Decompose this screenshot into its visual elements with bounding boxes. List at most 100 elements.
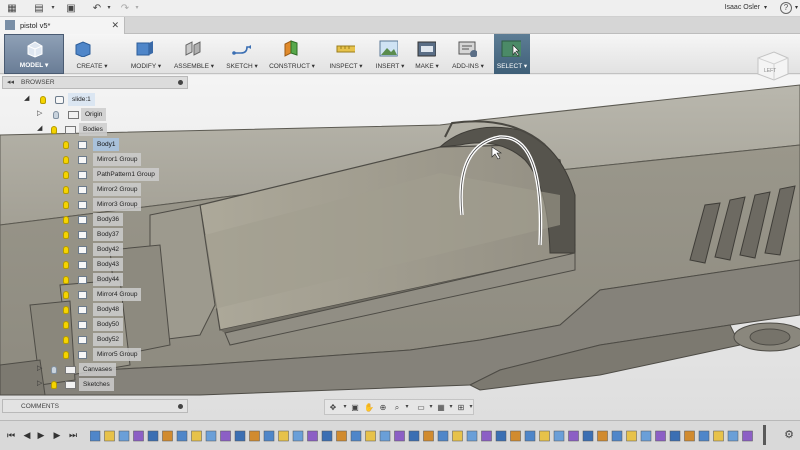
sketch-menu[interactable]: SKETCH ▾	[224, 34, 260, 74]
modify-menu[interactable]: MODIFY ▾	[126, 34, 166, 74]
visibility-bulb-icon[interactable]	[40, 96, 46, 104]
timeline-feature-icon[interactable]	[539, 430, 550, 442]
help-caret-icon[interactable]: ▾	[795, 4, 798, 11]
orbit-icon[interactable]: ✥	[327, 402, 339, 413]
look-at-icon[interactable]: ▣	[349, 402, 361, 413]
timeline-feature-icon[interactable]	[118, 430, 130, 442]
app-grid-icon[interactable]: ▦	[5, 2, 19, 15]
browser-panel-header[interactable]: ◂◂ BROWSER	[2, 76, 188, 89]
timeline-feature-icon[interactable]	[611, 430, 623, 442]
redo-caret-icon[interactable]: ▾	[130, 2, 144, 15]
visibility-bulb-icon[interactable]	[63, 246, 69, 254]
visibility-bulb-icon[interactable]	[63, 306, 69, 314]
timeline-prev-icon[interactable]: ◀	[22, 429, 32, 441]
close-icon[interactable]: ✕	[111, 20, 119, 31]
undo-caret-icon[interactable]: ▾	[102, 2, 116, 15]
timeline-play-icon[interactable]: ▶	[36, 429, 46, 441]
timeline-feature-icon[interactable]	[553, 430, 565, 442]
expand-arrow-icon[interactable]: ◢	[37, 124, 45, 132]
timeline-feature-icon[interactable]	[104, 430, 115, 442]
visibility-bulb-icon[interactable]	[63, 186, 69, 194]
timeline-feature-icon[interactable]	[466, 430, 478, 442]
make-menu[interactable]: MAKE ▾	[412, 34, 442, 74]
timeline-end-icon[interactable]: ⏭	[68, 429, 78, 441]
visibility-bulb-icon[interactable]	[63, 171, 69, 179]
visibility-bulb-icon[interactable]	[63, 276, 69, 284]
timeline-feature-icon[interactable]	[727, 430, 739, 442]
comments-panel[interactable]: COMMENTS	[2, 399, 188, 413]
visibility-bulb-icon[interactable]	[63, 231, 69, 239]
timeline-feature-icon[interactable]	[90, 430, 101, 442]
visibility-bulb-icon[interactable]	[51, 126, 57, 134]
timeline-feature-icon[interactable]	[597, 430, 608, 442]
inspect-menu[interactable]: INSPECT ▾	[324, 34, 368, 74]
select-menu[interactable]: SELECT ▾	[494, 34, 530, 74]
visibility-bulb-icon[interactable]	[63, 216, 69, 224]
timeline-feature-icon[interactable]	[278, 430, 289, 442]
timeline-feature-icon[interactable]	[263, 430, 275, 442]
gear-icon[interactable]: ⚙	[784, 428, 794, 441]
pan-hand-icon[interactable]: ✋	[363, 402, 375, 413]
timeline-feature-icon[interactable]	[582, 430, 594, 442]
visibility-bulb-icon[interactable]	[63, 351, 69, 359]
visibility-bulb-icon[interactable]	[63, 141, 69, 149]
timeline-feature-icon[interactable]	[379, 430, 391, 442]
file-menu-icon[interactable]: ▤	[32, 2, 46, 15]
user-name[interactable]: Isaac Osler	[725, 4, 760, 11]
timeline-feature-icon[interactable]	[524, 430, 536, 442]
help-icon[interactable]: ?	[780, 2, 792, 14]
timeline-feature-icon[interactable]	[437, 430, 449, 442]
timeline-feature-track[interactable]	[90, 428, 770, 444]
zoom-caret-icon[interactable]: ▾	[401, 402, 413, 413]
timeline-feature-icon[interactable]	[713, 430, 724, 442]
timeline-feature-icon[interactable]	[365, 430, 376, 442]
timeline-feature-icon[interactable]	[510, 430, 521, 442]
expand-arrow-icon[interactable]: ▷	[37, 364, 45, 372]
collapse-arrow-icon[interactable]: ◂◂	[7, 78, 14, 86]
create-menu[interactable]: CREATE ▾	[70, 34, 114, 74]
visibility-bulb-icon[interactable]	[63, 336, 69, 344]
timeline-feature-icon[interactable]	[742, 430, 753, 442]
timeline-feature-icon[interactable]	[321, 430, 333, 442]
timeline-feature-icon[interactable]	[640, 430, 652, 442]
timeline-feature-icon[interactable]	[423, 430, 434, 442]
timeline-feature-icon[interactable]	[336, 430, 347, 442]
viewports-caret-icon[interactable]: ▾	[465, 402, 477, 413]
timeline-feature-icon[interactable]	[249, 430, 260, 442]
timeline-feature-icon[interactable]	[350, 430, 362, 442]
timeline-feature-icon[interactable]	[669, 430, 681, 442]
timeline-next-icon[interactable]: ▶	[52, 429, 62, 441]
timeline-feature-icon[interactable]	[205, 430, 217, 442]
timeline-marker[interactable]	[763, 425, 766, 445]
workspace-model-button[interactable]: MODEL ▾	[4, 34, 64, 74]
timeline-feature-icon[interactable]	[133, 430, 144, 442]
visibility-bulb-icon[interactable]	[63, 321, 69, 329]
assemble-menu[interactable]: ASSEMBLE ▾	[172, 34, 216, 74]
expand-arrow-icon[interactable]: ◢	[24, 94, 32, 102]
timeline-feature-icon[interactable]	[568, 430, 579, 442]
timeline-feature-icon[interactable]	[307, 430, 318, 442]
timeline-feature-icon[interactable]	[162, 430, 173, 442]
visibility-bulb-icon[interactable]	[63, 291, 69, 299]
timeline-feature-icon[interactable]	[234, 430, 246, 442]
visibility-bulb-icon[interactable]	[63, 261, 69, 269]
timeline-feature-icon[interactable]	[684, 430, 695, 442]
timeline-feature-icon[interactable]	[176, 430, 188, 442]
visibility-bulb-icon[interactable]	[63, 156, 69, 164]
visibility-bulb-icon[interactable]	[51, 366, 57, 374]
expand-arrow-icon[interactable]: ▷	[37, 109, 45, 117]
construct-menu[interactable]: CONSTRUCT ▾	[268, 34, 316, 74]
visibility-bulb-icon[interactable]	[51, 381, 57, 389]
timeline-feature-icon[interactable]	[220, 430, 231, 442]
timeline-feature-icon[interactable]	[698, 430, 710, 442]
timeline-feature-icon[interactable]	[147, 430, 159, 442]
panel-pin-icon[interactable]	[178, 404, 183, 409]
timeline-feature-icon[interactable]	[626, 430, 637, 442]
timeline-feature-icon[interactable]	[655, 430, 666, 442]
timeline-feature-icon[interactable]	[452, 430, 463, 442]
add-ins-menu[interactable]: ADD-INS ▾	[448, 34, 488, 74]
insert-menu[interactable]: INSERT ▾	[372, 34, 408, 74]
timeline-feature-icon[interactable]	[481, 430, 492, 442]
timeline-feature-icon[interactable]	[408, 430, 420, 442]
zoom-icon[interactable]: ⊕	[377, 402, 389, 413]
